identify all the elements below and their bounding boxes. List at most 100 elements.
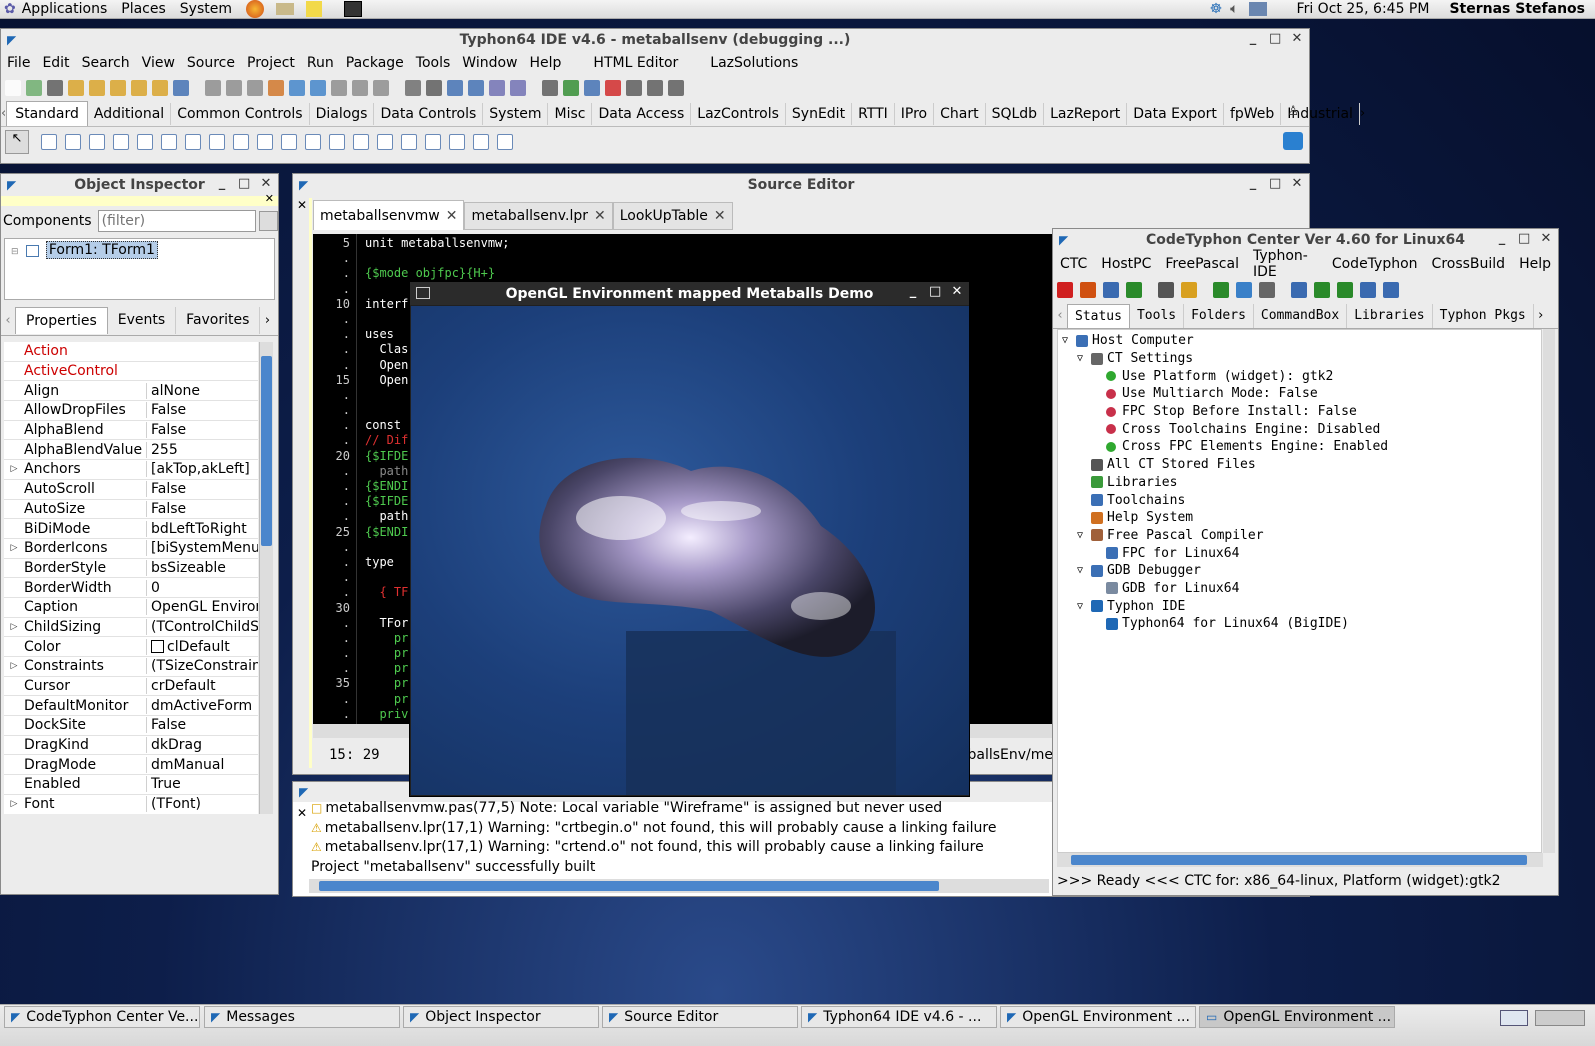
menu-search[interactable]: Search <box>76 55 136 71</box>
ctc-toolbar-icon-3[interactable] <box>1103 282 1119 298</box>
ctc-menu-help[interactable]: Help <box>1512 256 1558 272</box>
ctc-tab-tools[interactable]: Tools <box>1130 303 1185 328</box>
close-pane-icon[interactable]: ✕ <box>265 192 274 205</box>
property-value[interactable]: dmActiveForm <box>146 697 258 714</box>
workspace-switcher[interactable] <box>1535 1010 1585 1026</box>
property-row[interactable]: AlphaBlend False <box>4 421 258 441</box>
tree-node[interactable]: Use Multiarch Mode: False <box>1058 385 1541 403</box>
terminal-icon[interactable] <box>344 1 362 17</box>
property-row[interactable]: Cursor crDefault <box>4 677 258 697</box>
toolbar-icon-4[interactable] <box>68 80 84 96</box>
property-value[interactable]: dkDrag <box>146 737 258 754</box>
ctc-toolbar-icon-2[interactable] <box>1080 282 1096 298</box>
ctc-menu-codetyphon[interactable]: CodeTyphon <box>1325 256 1425 272</box>
property-row[interactable]: BorderWidth 0 <box>4 578 258 598</box>
toolbar-icon-20[interactable] <box>426 80 442 96</box>
palette-tab-sqldb[interactable]: SQLdb <box>986 102 1045 125</box>
component-icon-3[interactable] <box>89 134 105 150</box>
gnome-foot-icon[interactable]: ✿ <box>4 1 16 17</box>
property-row[interactable]: AlphaBlendValue 255 <box>4 440 258 461</box>
property-value[interactable]: bdLeftToRight <box>146 520 258 537</box>
component-icon-17[interactable] <box>425 134 441 150</box>
tree-node[interactable]: Help System <box>1058 509 1541 527</box>
component-icon-2[interactable] <box>65 134 81 150</box>
property-row[interactable]: ▷ChildSizing (TControlChildSiz <box>4 618 258 638</box>
property-value[interactable]: False <box>146 481 258 498</box>
message-line[interactable]: ⚠ metaballsenv.lpr(17,1) Warning: "crtbeg… <box>311 818 996 838</box>
toolbar-icon-23[interactable] <box>489 80 505 96</box>
tree-expander-icon[interactable]: ▽ <box>1077 601 1091 612</box>
tree-node[interactable]: GDB for Linux64 <box>1058 580 1541 598</box>
show-desktop-icon[interactable] <box>1500 1010 1528 1026</box>
tree-expander-icon[interactable]: ▽ <box>1062 335 1076 346</box>
menu-edit[interactable]: Edit <box>36 55 75 71</box>
ctc-title-bar[interactable]: ◤ CodeTyphon Center Ver 4.60 for Linux64 … <box>1053 229 1558 251</box>
tree-node[interactable]: Typhon64 for Linux64 (BigIDE) <box>1058 615 1541 633</box>
tree-node[interactable]: ▽ GDB Debugger <box>1058 562 1541 580</box>
maximize-button[interactable]: □ <box>1518 231 1530 246</box>
close-button[interactable]: ✕ <box>951 284 963 299</box>
property-value[interactable]: (TFont) <box>146 796 258 813</box>
maximize-button[interactable]: □ <box>929 284 941 299</box>
toolbar-icon-6[interactable] <box>110 80 126 96</box>
menu-run[interactable]: Run <box>301 55 340 71</box>
firefox-icon[interactable] <box>246 0 264 18</box>
palette-tab-standard[interactable]: Standard <box>6 101 88 126</box>
ctc-tabs-right[interactable]: › <box>1534 308 1548 323</box>
palette-scroll-right[interactable]: › <box>1360 106 1365 121</box>
toolbar-icon-30[interactable] <box>647 80 663 96</box>
palette-tab-lazreport[interactable]: LazReport <box>1044 102 1128 125</box>
toolbar-icon-18[interactable] <box>373 80 389 96</box>
ctc-toolbar-icon-12[interactable] <box>1337 282 1353 298</box>
toolbar-icon-21[interactable] <box>447 80 463 96</box>
menu-lazsolutions[interactable]: LazSolutions <box>704 55 804 71</box>
property-row[interactable]: DragKind dkDrag <box>4 736 258 756</box>
toolbar-icon-10[interactable] <box>205 80 221 96</box>
property-value[interactable]: False <box>146 422 258 439</box>
property-value[interactable]: True <box>146 776 258 793</box>
close-tab-icon[interactable]: ✕ <box>594 208 606 224</box>
property-value[interactable]: False <box>146 717 258 734</box>
component-icon-12[interactable] <box>305 134 321 150</box>
ctc-toolbar-icon-1[interactable] <box>1057 282 1073 298</box>
scrollbar-thumb[interactable] <box>1071 855 1527 865</box>
property-value[interactable]: alNone <box>146 382 258 399</box>
taskbar-button[interactable]: ◤ Object Inspector <box>403 1006 599 1028</box>
expand-icon[interactable]: ▷ <box>4 543 24 553</box>
ctc-toolbar-icon-11[interactable] <box>1314 282 1330 298</box>
ctc-tab-typhon-pkgs[interactable]: Typhon Pkgs <box>1433 303 1534 328</box>
inspector-tabs-left[interactable]: ‹ <box>1 313 15 328</box>
property-row[interactable]: AllowDropFiles False <box>4 401 258 421</box>
toolbar-icon-7[interactable] <box>131 80 147 96</box>
tree-node[interactable]: ▽ Free Pascal Compiler <box>1058 527 1541 545</box>
ctc-menu-freepascal[interactable]: FreePascal <box>1158 256 1246 272</box>
view-forms-icon[interactable]: ♙ <box>1287 104 1299 119</box>
toolbar-icon-12[interactable] <box>247 80 263 96</box>
tree-hscrollbar[interactable] <box>1057 853 1543 867</box>
source-tab[interactable]: metaballsenvmw ✕ <box>313 200 465 230</box>
toolbar-icon-16[interactable] <box>331 80 347 96</box>
minimize-button[interactable]: _ <box>1496 231 1508 246</box>
system-menu[interactable]: System <box>180 1 232 17</box>
scrollbar-thumb[interactable] <box>319 881 939 891</box>
tree-item-form1[interactable]: Form1: TForm1 <box>45 241 158 259</box>
property-value[interactable]: (TSizeConstraints <box>146 658 258 675</box>
tree-node[interactable]: ▽ Host Computer <box>1058 332 1541 350</box>
gl-render-area[interactable] <box>411 306 969 795</box>
menu-project[interactable]: Project <box>241 55 301 71</box>
ctc-toolbar-icon-6[interactable] <box>1181 282 1197 298</box>
component-icon-1[interactable] <box>41 134 57 150</box>
property-value[interactable]: False <box>146 500 258 517</box>
property-value[interactable]: 255 <box>146 441 258 458</box>
ctc-toolbar-icon-4[interactable] <box>1126 282 1142 298</box>
ctc-tab-commandbox[interactable]: CommandBox <box>1254 303 1348 328</box>
tree-node[interactable]: Cross Toolchains Engine: Disabled <box>1058 420 1541 438</box>
property-row[interactable]: ▷ Font (TFont) <box>4 795 258 814</box>
pointer-tool-icon[interactable]: ↖ <box>5 130 29 154</box>
tab-properties[interactable]: Properties <box>15 307 108 334</box>
property-value[interactable]: bsSizeable <box>146 559 258 576</box>
source-tab[interactable]: metaballsenv.lpr ✕ <box>464 202 613 230</box>
ctc-toolbar-icon-9[interactable] <box>1259 282 1275 298</box>
tree-expand-icon[interactable]: ⊟ <box>11 247 19 257</box>
component-icon-18[interactable] <box>449 134 465 150</box>
